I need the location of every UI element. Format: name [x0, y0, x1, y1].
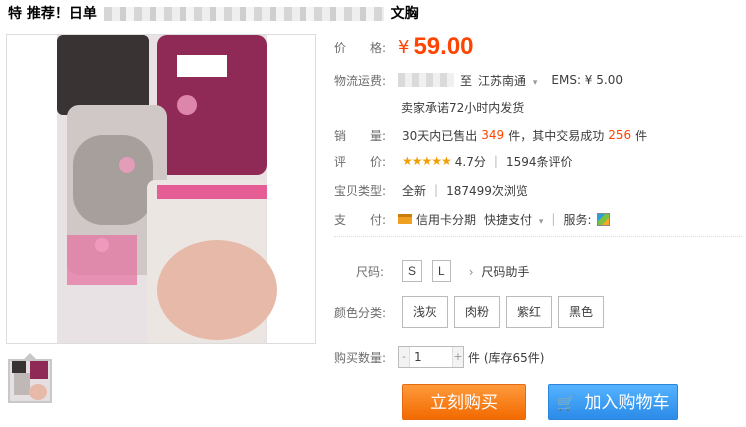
- buy-now-button[interactable]: 立刻购买: [402, 384, 526, 420]
- quantity-minus-button[interactable]: -: [399, 347, 409, 367]
- item-type-row: 宝贝类型: 全新 | 187499次浏览: [334, 181, 528, 199]
- payment-row: 支 付: 信用卡分期 快捷支付 ▾ | 服务:: [334, 210, 611, 228]
- color-option-nude-pink[interactable]: 肉粉: [454, 296, 501, 328]
- size-options: S L: [402, 260, 457, 282]
- quantity-plus-button[interactable]: +: [453, 347, 463, 367]
- sales-suffix: 件: [635, 128, 648, 143]
- size-helper-link[interactable]: › 尺码助手: [469, 263, 530, 280]
- chevron-down-icon: ▾: [538, 216, 544, 227]
- rating-label: 评 价:: [334, 154, 387, 169]
- rating-score: 4.7分: [454, 154, 486, 169]
- promise-text: 卖家承诺72小时内发货: [401, 100, 525, 115]
- rating-row: 评 价: ★★★★★ 4.7分 | 1594条评价: [334, 152, 572, 170]
- size-helper-text: 尺码助手: [481, 264, 530, 279]
- buy-now-label: 立刻购买: [430, 393, 498, 413]
- review-count-link[interactable]: 1594条评价: [506, 153, 573, 170]
- size-row: 尺码: S L › 尺码助手: [334, 260, 529, 282]
- express-pay-select[interactable]: 快捷支付 ▾: [484, 211, 543, 228]
- rating-stars-icon: ★★★★★: [402, 154, 452, 168]
- title-redacted-blur: [103, 7, 384, 21]
- quantity-input[interactable]: 1: [409, 347, 453, 367]
- credit-installment-link[interactable]: 信用卡分期: [416, 211, 476, 228]
- chevron-right-icon: ›: [468, 264, 474, 279]
- credit-card-icon: [398, 214, 412, 224]
- main-product-image[interactable]: [6, 34, 316, 344]
- size-option-l[interactable]: L: [432, 260, 451, 282]
- product-title: 特 推荐！日单 文胸: [8, 3, 419, 23]
- add-to-cart-button[interactable]: 🛒 加入购物车: [548, 384, 678, 420]
- services-label: 服务:: [563, 212, 592, 227]
- sales-label: 销 量:: [334, 128, 387, 143]
- destination-text: 江苏南通: [478, 73, 527, 88]
- shipping-to: 至: [460, 73, 473, 88]
- size-option-s[interactable]: S: [402, 260, 423, 282]
- color-option-purple-red[interactable]: 紫红: [506, 296, 553, 328]
- title-prefix: 特 推荐！日单: [8, 6, 97, 22]
- color-options: 浅灰 肉粉 紫红 黑色: [402, 296, 610, 328]
- shipping-row: 物流运费: 至 江苏南通 ▾ EMS: ¥ 5.00: [334, 71, 623, 89]
- currency-symbol: ¥: [398, 36, 410, 58]
- sales-row: 销 量: 30天内已售出 349 件，其中交易成功 256 件: [334, 126, 647, 144]
- success-count: 256: [608, 128, 632, 142]
- color-option-light-gray[interactable]: 浅灰: [402, 296, 449, 328]
- section-divider: [334, 236, 742, 237]
- item-condition: 全新: [402, 183, 427, 198]
- shipping-promise: 卖家承诺72小时内发货: [401, 98, 524, 116]
- payment-label: 支 付:: [334, 212, 387, 227]
- sales-mid: 件，其中交易成功: [508, 128, 605, 143]
- sold-count: 349: [481, 128, 505, 142]
- service-badge-icon[interactable]: [597, 212, 611, 226]
- title-suffix: 文胸: [390, 6, 419, 22]
- sales-prefix: 30天内已售出: [402, 128, 478, 143]
- stock-info: 件 (库存65件): [468, 350, 545, 365]
- add-to-cart-label: 加入购物车: [584, 393, 670, 413]
- item-type-label: 宝贝类型:: [334, 183, 387, 198]
- quantity-stepper: - 1 +: [398, 346, 464, 368]
- shipping-label: 物流运费:: [334, 73, 387, 88]
- color-label: 颜色分类:: [334, 305, 387, 320]
- cart-icon: 🛒: [556, 394, 576, 412]
- view-count: 187499次浏览: [446, 183, 528, 198]
- divider: |: [493, 154, 498, 168]
- express-pay-text: 快捷支付: [484, 212, 533, 227]
- ems-fee: EMS: ¥ 5.00: [551, 73, 623, 87]
- destination-select[interactable]: 江苏南通 ▾: [478, 72, 537, 89]
- thumbnail-photo: [10, 361, 50, 401]
- price-row: 价 格: ¥ 59.00: [334, 33, 474, 60]
- thumbnail-image[interactable]: [8, 359, 52, 403]
- quantity-label: 购买数量:: [334, 350, 387, 365]
- price-value: 59.00: [413, 33, 474, 60]
- origin-redacted-blur: [398, 73, 454, 87]
- product-photo: [57, 35, 277, 343]
- quantity-row: 购买数量: - 1 + 件 (库存65件): [334, 346, 544, 368]
- divider: |: [551, 212, 556, 226]
- price-label: 价 格:: [334, 40, 387, 55]
- color-row: 颜色分类: 浅灰 肉粉 紫红 黑色: [334, 296, 610, 328]
- size-label: 尺码:: [355, 264, 384, 279]
- color-option-black[interactable]: 黑色: [558, 296, 605, 328]
- divider: |: [434, 183, 439, 197]
- chevron-down-icon: ▾: [532, 77, 538, 88]
